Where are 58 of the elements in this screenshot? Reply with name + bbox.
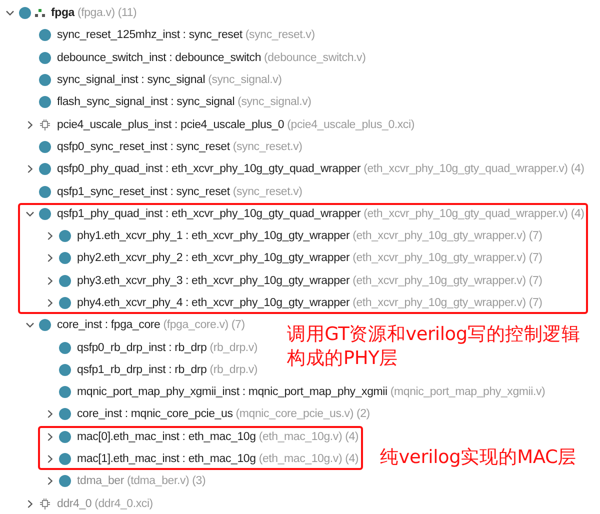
module-icon: [59, 342, 71, 354]
tree-item[interactable]: mac[0].eth_mac_inst : eth_mac_10g (eth_mac_10g.v) (4): [77, 430, 359, 443]
tree-item[interactable]: qsfp1_sync_reset_inst : sync_reset (sync_reset.v): [57, 186, 302, 198]
tree-item[interactable]: qsfp0_sync_reset_inst : sync_reset (sync_reset.v): [57, 140, 302, 153]
module-icon: [39, 52, 51, 64]
module-icon: [39, 186, 51, 198]
module-icon: [59, 453, 71, 466]
tree-item[interactable]: mac[1].eth_mac_inst : eth_mac_10g (eth_mac_10g.v) (4): [77, 453, 359, 466]
module-icon: [19, 7, 31, 20]
chevron-icon[interactable]: [45, 409, 55, 420]
chevron-icon[interactable]: [25, 320, 35, 330]
tree-item[interactable]: qsfp0_rb_drp_inst : rb_drp (rb_drp.v): [77, 342, 258, 354]
chevron-icon[interactable]: [45, 298, 55, 308]
tree-item[interactable]: fpga (fpga.v) (11): [51, 7, 137, 20]
module-icon: [39, 74, 51, 86]
module-icon: [39, 163, 51, 176]
plug-icon: [39, 118, 51, 131]
plug-icon: [39, 498, 51, 510]
module-icon: [59, 274, 71, 287]
chevron-icon[interactable]: [45, 253, 55, 264]
hierarchy-icon: [35, 8, 45, 18]
module-icon: [39, 140, 51, 153]
tree-item[interactable]: sync_signal_inst : sync_signal (sync_signal.v): [57, 74, 282, 86]
tree-item[interactable]: qsfp1_rb_drp_inst : rb_drp (rb_drp.v): [77, 364, 258, 376]
tree-item[interactable]: pcie4_uscale_plus_inst : pcie4_uscale_plus_0 (pcie4_uscale_plus_0.xci): [57, 118, 414, 131]
annotation-text: 调用GT资源和verilog写的控制逻辑构成的PHY层: [287, 323, 582, 371]
tree-item[interactable]: mqnic_port_map_phy_xgmii_inst : mqnic_port_map_phy_xgmii (mqnic_port_map_phy_xgmii.v): [77, 386, 546, 398]
module-icon: [59, 230, 71, 242]
module-icon: [39, 208, 51, 220]
module-icon: [59, 386, 71, 398]
module-icon: [39, 29, 51, 42]
tree-item[interactable]: qsfp1_phy_quad_inst : eth_xcvr_phy_10g_gty_quad_wrapper (eth_xcvr_phy_10g_gty_quad_wrapper.v) (4): [57, 208, 584, 220]
chevron-icon[interactable]: [45, 276, 55, 286]
module-icon: [59, 252, 71, 264]
tree-item[interactable]: phy3.eth_xcvr_phy_3 : eth_xcvr_phy_10g_gty_wrapper (eth_xcvr_phy_10g_gty_wrapper.v) (7): [77, 274, 542, 287]
chevron-icon[interactable]: [45, 231, 55, 242]
tree-item[interactable]: debounce_switch_inst : debounce_switch (debounce_switch.v): [57, 52, 366, 64]
tree-item[interactable]: phy1.eth_xcvr_phy_1 : eth_xcvr_phy_10g_gty_wrapper (eth_xcvr_phy_10g_gty_wrapper.v) (7): [77, 230, 542, 242]
chevron-icon[interactable]: [45, 454, 55, 464]
module-icon: [59, 408, 71, 420]
module-icon: [39, 96, 51, 108]
tree-item[interactable]: flash_sync_signal_inst : sync_signal (sync_signal.v): [57, 96, 312, 108]
annotation-text: 纯verilog实现的MAC层: [380, 446, 576, 470]
chevron-icon[interactable]: [25, 120, 35, 130]
chevron-icon[interactable]: [25, 164, 35, 174]
module-icon: [59, 297, 71, 309]
chevron-icon[interactable]: [5, 8, 15, 18]
module-icon: [59, 430, 71, 443]
chevron-icon[interactable]: [45, 432, 55, 442]
tree-item[interactable]: phy4.eth_xcvr_phy_4 : eth_xcvr_phy_10g_gty_wrapper (eth_xcvr_phy_10g_gty_wrapper.v) (7): [77, 297, 542, 309]
module-icon: [39, 319, 51, 332]
module-icon: [59, 475, 71, 488]
tree-item[interactable]: qsfp0_phy_quad_inst : eth_xcvr_phy_10g_gty_quad_wrapper (eth_xcvr_phy_10g_gty_quad_wrapper.v) (4): [57, 163, 584, 176]
module-icon: [59, 364, 71, 376]
tree-item[interactable]: core_inst : mqnic_core_pcie_us (mqnic_core_pcie_us.v) (2): [77, 408, 370, 420]
tree-item[interactable]: sync_reset_125mhz_inst : sync_reset (sync_reset.v): [57, 29, 315, 42]
tree-item[interactable]: phy2.eth_xcvr_phy_2 : eth_xcvr_phy_10g_gty_wrapper (eth_xcvr_phy_10g_gty_wrapper.v) (7): [77, 252, 542, 264]
tree-item[interactable]: core_inst : fpga_core (fpga_core.v) (7): [57, 319, 245, 332]
